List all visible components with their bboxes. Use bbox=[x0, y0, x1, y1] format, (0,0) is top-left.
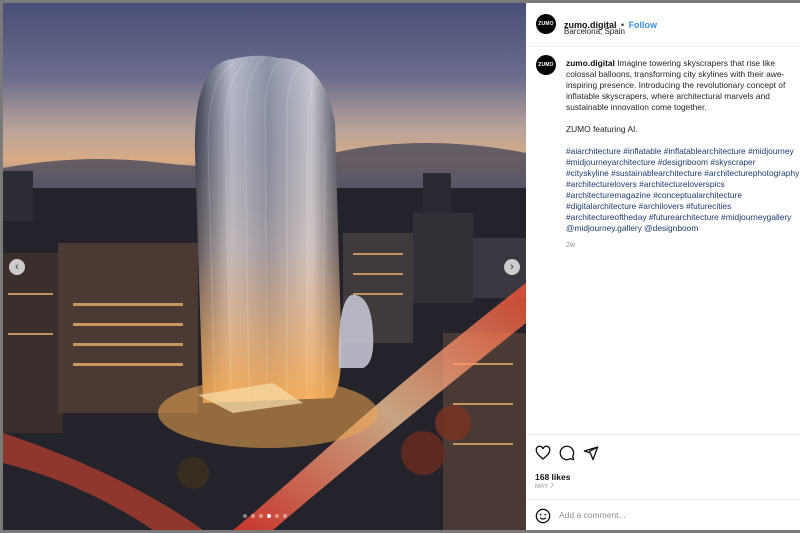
carousel-dot bbox=[250, 514, 255, 518]
post-image: ‹ › bbox=[3, 3, 526, 530]
hashtag-link[interactable]: #skyscraper bbox=[710, 157, 755, 167]
hashtag-link[interactable]: #futurearchitecture bbox=[649, 212, 719, 222]
carousel-dot bbox=[282, 514, 287, 518]
smiley-icon[interactable] bbox=[535, 508, 551, 524]
carousel-dot bbox=[242, 514, 247, 518]
hashtag-link[interactable]: #midjourney bbox=[748, 146, 794, 156]
hashtag-link[interactable]: #architecturemagazine bbox=[566, 190, 651, 200]
mention-link[interactable]: @midjourney.gallery bbox=[566, 223, 642, 233]
avatar[interactable]: ZUMO bbox=[536, 14, 556, 34]
hashtag-link[interactable]: #architectureoftheday bbox=[566, 212, 647, 222]
comment-bar bbox=[526, 499, 800, 531]
hashtag-link[interactable]: #conceptualarchitecture bbox=[653, 190, 742, 200]
hashtag-link[interactable]: #midjourneyarchitecture bbox=[566, 157, 655, 167]
hashtag-link[interactable]: #inflatable bbox=[623, 146, 661, 156]
hashtag-link[interactable]: #designboom bbox=[658, 157, 708, 167]
hashtag-link[interactable]: #midjourneygallery bbox=[721, 212, 791, 222]
carousel-dot-active bbox=[266, 514, 271, 518]
post-header: ZUMO zumo.digital • Follow Barcelona, Sp… bbox=[526, 3, 800, 47]
action-bar: 168 likes MAY 7 bbox=[526, 434, 800, 530]
follow-button[interactable]: Follow bbox=[629, 20, 658, 30]
hashtag-link[interactable]: #architecturelovers bbox=[566, 179, 637, 189]
heart-icon[interactable] bbox=[535, 445, 551, 461]
caption-username[interactable]: zumo.digital bbox=[566, 58, 615, 68]
post-modal: ‹ › ZUMO zumo.digital • Follow Barcelona… bbox=[0, 0, 800, 533]
hashtag-link[interactable]: #architectureloverspics bbox=[639, 179, 725, 189]
carousel-dot bbox=[258, 514, 263, 518]
hashtag-link[interactable]: #futurecities bbox=[686, 201, 731, 211]
hashtag-link[interactable]: #inflatablearchitecture bbox=[664, 146, 746, 156]
hashtag-list: #aiarchitecture #inflatable #inflatablea… bbox=[566, 146, 800, 234]
caption-credit: ZUMO featuring AI. bbox=[566, 124, 638, 134]
hashtag-link[interactable]: #archilovers bbox=[639, 201, 684, 211]
carousel-prev-button[interactable]: ‹ bbox=[9, 259, 25, 275]
caption-avatar[interactable]: ZUMO bbox=[536, 55, 556, 75]
carousel-next-button[interactable]: › bbox=[504, 259, 520, 275]
caption: zumo.digital Imagine towering skyscraper… bbox=[566, 58, 800, 251]
comment-bubble-icon[interactable] bbox=[559, 445, 575, 461]
carousel-indicator bbox=[3, 514, 526, 518]
mention-link[interactable]: @designboom bbox=[644, 223, 698, 233]
hashtag-link[interactable]: #cityskyline bbox=[566, 168, 609, 178]
comment-input[interactable] bbox=[559, 510, 759, 520]
hashtag-link[interactable]: #architecturephotography bbox=[704, 168, 799, 178]
post-time: 2w bbox=[566, 242, 575, 249]
carousel-dot bbox=[274, 514, 279, 518]
inflatable-skyscraper-photo bbox=[3, 55, 526, 530]
paper-plane-icon[interactable] bbox=[583, 445, 599, 461]
post-date: MAY 7 bbox=[535, 484, 554, 490]
likes-count[interactable]: 168 likes bbox=[535, 472, 570, 482]
post-details-panel: ZUMO zumo.digital • Follow Barcelona, Sp… bbox=[526, 3, 800, 530]
location-link[interactable]: Barcelona, Spain bbox=[564, 27, 625, 36]
hashtag-link[interactable]: #sustainablearchitecture bbox=[611, 168, 702, 178]
hashtag-link[interactable]: #digitalarchitecture bbox=[566, 201, 636, 211]
hashtag-link[interactable]: #aiarchitecture bbox=[566, 146, 621, 156]
